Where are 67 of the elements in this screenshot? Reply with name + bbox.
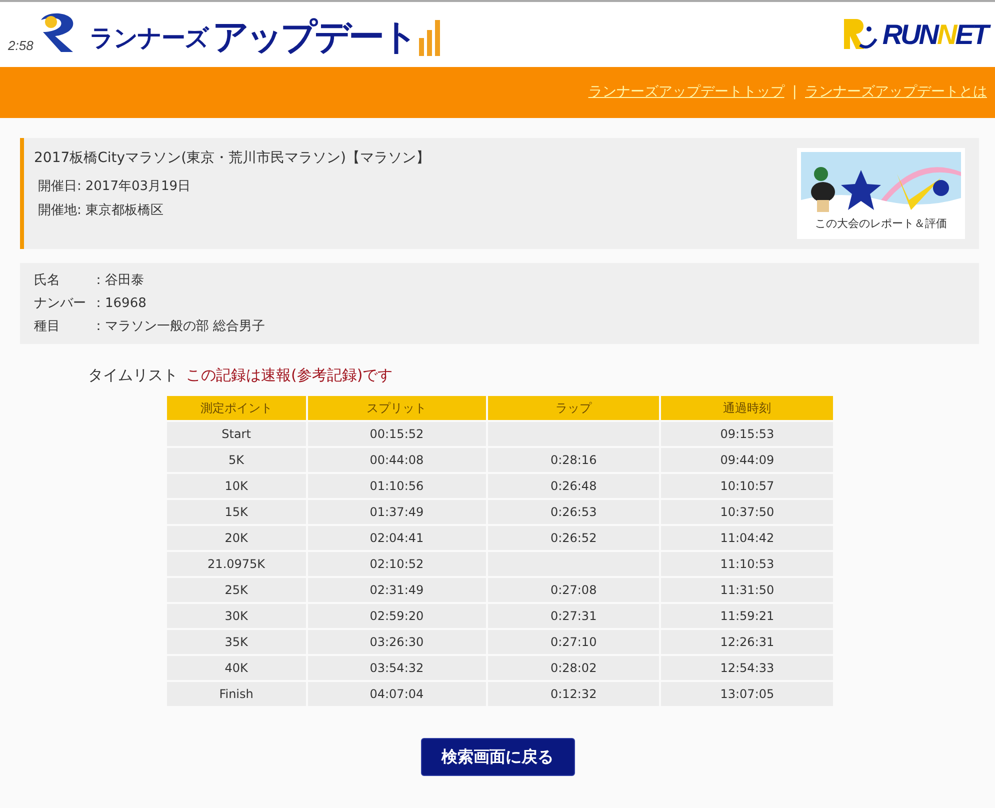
table-cell: 04:07:04 xyxy=(370,687,424,701)
table-cell: 01:37:49 xyxy=(370,505,424,519)
column-header: 通過時刻 xyxy=(661,396,833,420)
table-cell: 5K xyxy=(228,453,244,467)
table-cell: 25K xyxy=(224,583,248,597)
section-title: タイムリスト xyxy=(88,364,178,386)
table-cell: 20K xyxy=(224,531,248,545)
field-value: ：マラソン一般の部 総合男子 xyxy=(92,318,266,336)
table-cell: 0:26:53 xyxy=(550,505,597,519)
table-cell: 02:31:49 xyxy=(370,583,424,597)
column-header: ラップ xyxy=(488,396,660,420)
field-label: 種目 xyxy=(34,318,61,336)
event-title: 2017板橋Cityマラソン(東京・荒川市民マラソン)【マラソン】 xyxy=(34,149,430,168)
table-cell: 10:10:57 xyxy=(720,479,774,493)
field-label: ナンバー xyxy=(34,294,87,312)
table-cell: 11:59:21 xyxy=(720,609,774,623)
nav-link[interactable]: ランナーズアップデートトップ xyxy=(588,82,784,103)
table-cell: 0:26:48 xyxy=(550,479,597,493)
column-header: 測定ポイント xyxy=(167,396,306,420)
table-cell: Start xyxy=(222,427,251,441)
separator: | xyxy=(792,83,797,102)
field-value: ：16968 xyxy=(92,294,146,312)
table-cell: 00:44:08 xyxy=(370,453,424,467)
field-value: 東京都板橋区 xyxy=(85,202,164,220)
table-cell: 10K xyxy=(224,479,248,493)
table-cell: 0:27:08 xyxy=(550,583,597,597)
logo-title: アップデート xyxy=(212,20,416,56)
table-cell: 13:07:05 xyxy=(720,687,774,701)
table-cell: 09:15:53 xyxy=(720,427,774,441)
field-label: 氏名 xyxy=(34,272,61,290)
notice-text: この記録は速報(参考記録)です xyxy=(186,364,393,386)
table-cell: 00:15:52 xyxy=(370,427,424,441)
logo-time-text: 2:58 xyxy=(8,37,34,55)
nav-link[interactable]: ランナーズアップデートとは xyxy=(805,82,987,103)
table-cell: 03:54:32 xyxy=(370,661,424,675)
table-cell: 11:10:53 xyxy=(720,557,774,571)
table-cell: 02:59:20 xyxy=(370,609,424,623)
back-button[interactable]: 検索画面に戻る xyxy=(420,738,574,776)
table-cell: 11:04:42 xyxy=(720,531,774,545)
table-cell: 40K xyxy=(224,661,248,675)
table-cell: 0:27:31 xyxy=(550,609,597,623)
bars-icon xyxy=(419,20,442,56)
field-label: 開催日: xyxy=(38,178,82,196)
table-cell: 03:26:30 xyxy=(370,635,424,649)
table-cell: 09:44:09 xyxy=(720,453,774,467)
table-cell: 12:26:31 xyxy=(720,635,774,649)
table-cell: 35K xyxy=(224,635,248,649)
logo-subtitle: ランナーズ xyxy=(89,22,208,54)
table-cell: 0:12:32 xyxy=(550,687,597,701)
table-cell: 12:54:33 xyxy=(720,661,774,675)
field-value: 2017年03月19日 xyxy=(85,178,191,196)
field-value: ：谷田泰 xyxy=(92,272,144,290)
field-label: 開催地: xyxy=(38,202,82,220)
table-cell: 02:10:52 xyxy=(370,557,424,571)
table-cell: 0:26:52 xyxy=(550,531,597,545)
table-cell: 01:10:56 xyxy=(370,479,424,493)
table-cell: 21.0975K xyxy=(208,557,266,571)
table-cell: 0:28:02 xyxy=(550,661,597,675)
table-cell: 11:31:50 xyxy=(720,583,774,597)
table-cell: Finish xyxy=(219,687,254,701)
table-cell: 15K xyxy=(224,505,248,519)
column-header: スプリット xyxy=(308,396,486,420)
table-cell: 0:28:16 xyxy=(550,453,597,467)
table-cell: 10:37:50 xyxy=(720,505,774,519)
table-cell: 02:04:41 xyxy=(370,531,424,545)
table-cell: 0:27:10 xyxy=(550,635,597,649)
table-cell: 30K xyxy=(224,609,248,623)
